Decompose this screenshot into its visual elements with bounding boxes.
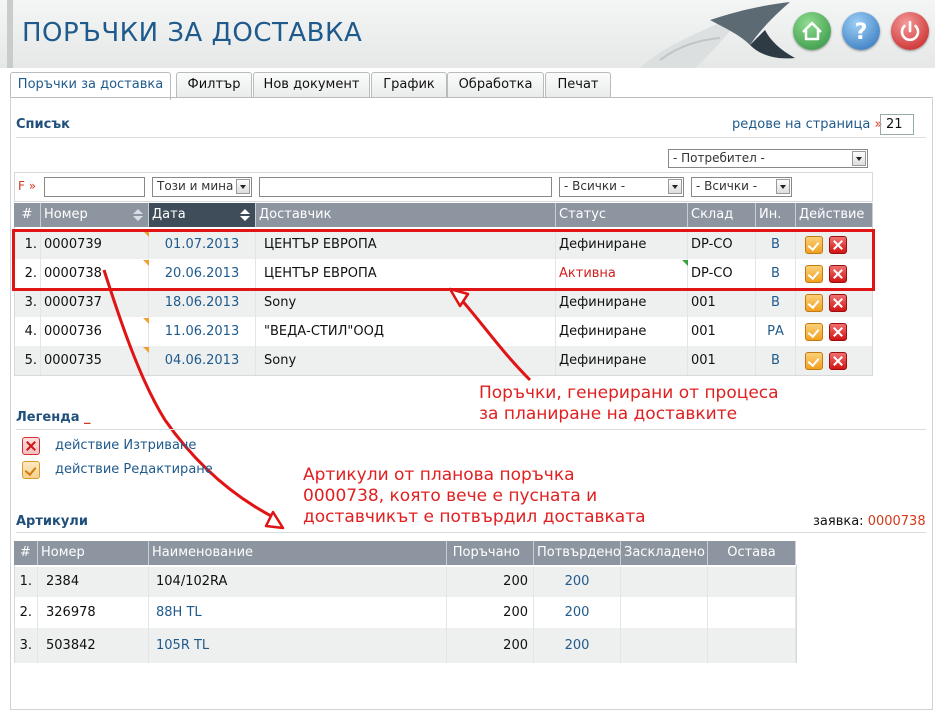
art-cell-ordered: 200 <box>447 567 534 597</box>
art-cell-ordered: 200 <box>447 628 534 663</box>
legend-delete: действие Изтриване <box>55 438 197 453</box>
articles-title: Артикули <box>16 514 88 529</box>
articles-line <box>16 532 926 533</box>
art-cell-name[interactable]: 88H TL <box>149 597 447 628</box>
art-cell-name: 104/102RA <box>149 567 447 597</box>
legend-title: Легенда _ <box>16 410 91 425</box>
art-cell-number: 326978 <box>38 597 149 628</box>
art-col-stored: Заскладено <box>621 541 708 565</box>
request-value[interactable]: 0000738 <box>868 514 926 529</box>
art-cell-confirmed[interactable]: 200 <box>534 597 621 628</box>
legend-toggle[interactable]: _ <box>84 410 91 425</box>
delete-icon <box>22 437 40 455</box>
arrow-to-articles <box>102 269 276 520</box>
page: ПОРЪЧКИ ЗА ДОСТАВКА ? Поръчки за доставк… <box>0 0 935 713</box>
art-cell-n: 2. <box>14 597 38 628</box>
art-col-name: Наименование <box>149 541 447 565</box>
art-col-index: # <box>14 541 38 565</box>
art-col-confirmed: Потвърдено <box>534 541 621 565</box>
art-cell-name[interactable]: 105R TL <box>149 628 447 663</box>
legend-edit: действие Редактиране <box>55 462 213 477</box>
art-cell-ordered: 200 <box>447 597 534 628</box>
arrow-to-orders <box>456 294 532 382</box>
request-info: заявка: 0000738 <box>813 514 926 529</box>
art-col-number: Номер <box>38 541 149 565</box>
art-cell-stored <box>621 628 708 663</box>
art-cell-remaining <box>708 628 796 663</box>
legend-line <box>16 429 926 430</box>
art-cell-confirmed[interactable]: 200 <box>534 567 621 597</box>
art-cell-number: 503842 <box>38 628 149 663</box>
edit-icon <box>22 461 40 479</box>
art-cell-confirmed[interactable]: 200 <box>534 628 621 663</box>
art-cell-number: 2384 <box>38 567 149 597</box>
legend-title-text: Легенда <box>16 410 80 425</box>
art-cell-remaining <box>708 567 796 597</box>
request-label: заявка: <box>813 514 864 529</box>
art-cell-stored <box>621 597 708 628</box>
art-col-ordered: Поръчано <box>447 541 534 565</box>
art-cell-stored <box>621 567 708 597</box>
art-cell-remaining <box>708 597 796 628</box>
art-cell-n: 1. <box>14 567 38 597</box>
art-col-remaining: Остава <box>708 541 796 565</box>
art-cell-n: 3. <box>14 628 38 663</box>
